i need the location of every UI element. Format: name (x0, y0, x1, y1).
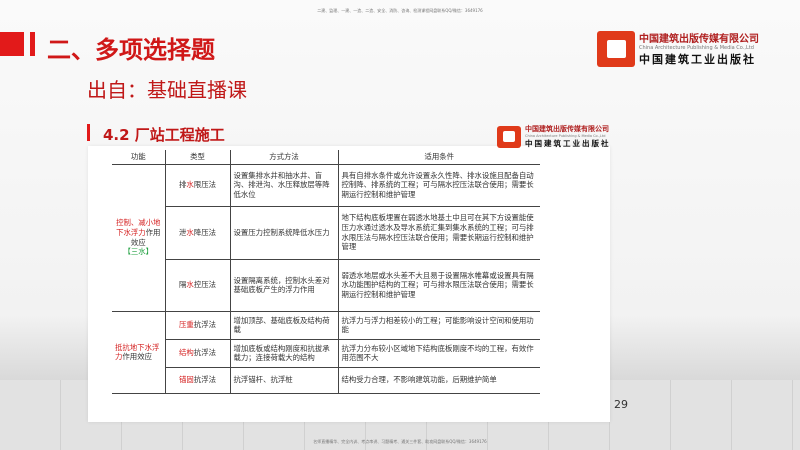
condition-cell: 抗浮力与浮力相差较小的工程；可能影响设计空间和使用功能 (337, 310, 540, 340)
table-row: 隔水控压法 设置隔离系统，控制水头差对基础底板产生的浮力作用 弱透水地层或水头差… (112, 258, 540, 312)
section-bar (87, 124, 90, 141)
logo-cn2: 中国建筑工业出版社 (639, 53, 756, 66)
header-type: 类型 (164, 150, 231, 165)
logo-icon (497, 125, 521, 148)
method-cell: 抗浮锚杆、抗浮桩 (229, 366, 339, 394)
logo-cn2: 中国建筑工业出版社 (525, 139, 611, 148)
table-row: 结构抗浮法 增加底板或结构刚度和抗拔承载力；连接荷载大的结构 抗浮力分布较小区域… (112, 338, 540, 368)
header-condition: 适用条件 (337, 150, 540, 165)
top-note: 二建、监理、一建、一造、二造、安全、消防、咨询、检测课程网盘联系QQ/微信：36… (317, 8, 483, 13)
table-row: 泄水降压法 设置压力控制系统降低水压力 地下结构底板埋置在弱透水地基土中且可在其… (112, 205, 540, 260)
group-resist: 抵抗地下水浮力作用效应 (112, 310, 166, 394)
method-cell: 设置压力控制系统降低水压力 (229, 205, 339, 260)
anti-float-table: 功能 类型 方式方法 适用条件 控制、减小地下水浮力作用效应 【三水】 排水限压法… (112, 150, 540, 394)
condition-cell: 结构受力合理，不影响建筑功能，后期维护简单 (337, 366, 540, 394)
condition-cell: 地下结构底板埋置在弱透水地基土中且可在其下方设置能使压力水通过透水及导水系统汇集… (337, 205, 540, 260)
method-cell: 设置隔离系统，控制水头差对基础底板产生的浮力作用 (229, 258, 339, 312)
title-red-bar (30, 32, 35, 56)
header-function: 功能 (112, 150, 166, 165)
header-method: 方式方法 (229, 150, 339, 165)
condition-cell: 抗浮力分布较小区域地下结构底板刚度不均的工程，有效作用范围不大 (337, 338, 540, 368)
table-row: 锚固抗浮法 抗浮锚杆、抗浮桩 结构受力合理，不影响建筑功能，后期维护简单 (112, 366, 540, 394)
publisher-logo-top: 中国建筑出版传媒有限公司 China Architecture Publishi… (597, 30, 759, 67)
condition-cell: 具有自排水条件或允许设置永久性降、排水设施且配备自动控制降、排系统的工程；可与隔… (337, 163, 540, 207)
method-cell: 设置集排水井和抽水井、盲沟、排泄沟、水压释放层等降低水位 (229, 163, 339, 207)
logo-cn: 中国建筑出版传媒有限公司 (525, 124, 609, 133)
group-control: 控制、减小地下水浮力作用效应 【三水】 (112, 163, 166, 312)
publisher-logo-card: 中国建筑出版传媒有限公司 China Architecture Publishi… (497, 124, 611, 149)
table-row: 抵抗地下水浮力作用效应 压重抗浮法 增加顶部、基础底板及结构荷载 抗浮力与浮力相… (112, 310, 540, 394)
slide-subtitle: 出自：基础直播课 (87, 78, 247, 102)
method-cell: 增加顶部、基础底板及结构荷载 (229, 310, 339, 340)
condition-cell: 弱透水地层或水头差不大且易于设置隔水帷幕或设置具有隔水功能围护结构的工程；可与排… (337, 258, 540, 312)
page-number: 29 (614, 398, 628, 411)
title-red-block (0, 32, 24, 56)
slide-title: 二、多项选择题 (47, 36, 215, 64)
logo-icon (597, 30, 635, 67)
table-row: 控制、减小地下水浮力作用效应 【三水】 排水限压法 设置集排水井和抽水井、盲沟、排… (112, 163, 540, 312)
method-cell: 增加底板或结构刚度和抗拔承载力；连接荷载大的结构 (229, 338, 339, 368)
section-title: 4.2 厂站工程施工 (103, 126, 225, 144)
logo-cn: 中国建筑出版传媒有限公司 (639, 34, 759, 45)
bottom-note: 名师直播精华、完全内训、考点串讲、习题精考、通关三件套、助攻网盘联系QQ/微信：… (313, 439, 487, 444)
table-header: 功能 类型 方式方法 适用条件 (112, 150, 540, 165)
